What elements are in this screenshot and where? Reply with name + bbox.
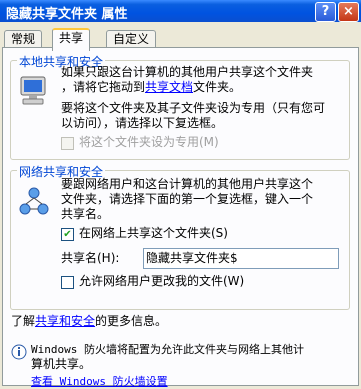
more-info-text: 了解共享和安全的更多信息。 — [11, 314, 168, 328]
allow-change-label: 允许网络用户更改我的文件(W) — [79, 274, 245, 288]
sharing-panel: 本地共享和安全 如果只跟这台计算机的其他用户共享这个文件夹 ，请将它拖动到共享文… — [2, 47, 359, 389]
network-desc-line2: 文件夹，请选择下面的第一个复选框，键入一个 — [61, 192, 314, 206]
tab-sharing[interactable]: 共享 — [52, 28, 91, 51]
help-button[interactable]: ? — [315, 2, 336, 22]
close-button[interactable]: × — [338, 2, 359, 22]
share-on-network-label: 在网络上共享这个文件夹(S) — [79, 226, 228, 240]
local-sharing-group: 本地共享和安全 如果只跟这台计算机的其他用户共享这个文件夹 ，请将它拖动到共享文… — [10, 53, 350, 160]
firewall-settings-link[interactable]: 查看 Windows 防火墙设置 — [31, 374, 168, 389]
title-bar: 隐藏共享文件夹 属性 ? × — [0, 0, 361, 22]
network-icon — [19, 187, 49, 215]
share-name-input[interactable]: 隐藏共享文件夹$ — [143, 248, 339, 269]
tab-customize[interactable]: 自定义 — [106, 30, 157, 48]
network-sharing-group: 网络共享和安全 要跟网络用户和这台计算机的其他用户共享这个 文件夹，请选择下面的… — [10, 163, 350, 310]
info-icon — [11, 344, 27, 360]
allow-change-checkbox[interactable] — [61, 276, 74, 289]
share-name-label: 共享名(H): — [61, 251, 120, 265]
window-title: 隐藏共享文件夹 属性 — [6, 7, 128, 22]
local-desc-line1: 如果只跟这台计算机的其他用户共享这个文件夹 — [61, 65, 314, 79]
local-desc-line2: ，请将它拖动到共享文档文件夹。 — [61, 80, 242, 94]
local-desc-line3: 要将这个文件夹及其子文件夹设为专用（只有您可 — [61, 101, 326, 115]
sharing-security-link[interactable]: 共享和安全 — [35, 314, 95, 328]
private-checkbox-label: 将这个文件夹设为专用(M) — [79, 135, 219, 149]
tab-general[interactable]: 常规 — [4, 30, 43, 48]
local-desc-line4: 以访问），请选择以下复选框。 — [61, 116, 224, 130]
firewall-line2: 算机共享。 — [31, 357, 92, 371]
computer-icon — [20, 76, 46, 105]
share-on-network-checkbox[interactable]: ✔ — [61, 228, 74, 241]
firewall-line1: Windows 防火墙将配置为允许此文件夹与网络上其他计 — [31, 343, 304, 356]
shared-documents-link[interactable]: 共享文档 — [145, 80, 193, 94]
network-desc-line3: 共享名。 — [61, 207, 110, 221]
network-desc-line1: 要跟网络用户和这台计算机的其他用户共享这个 — [61, 177, 314, 191]
private-checkbox[interactable] — [61, 137, 74, 150]
